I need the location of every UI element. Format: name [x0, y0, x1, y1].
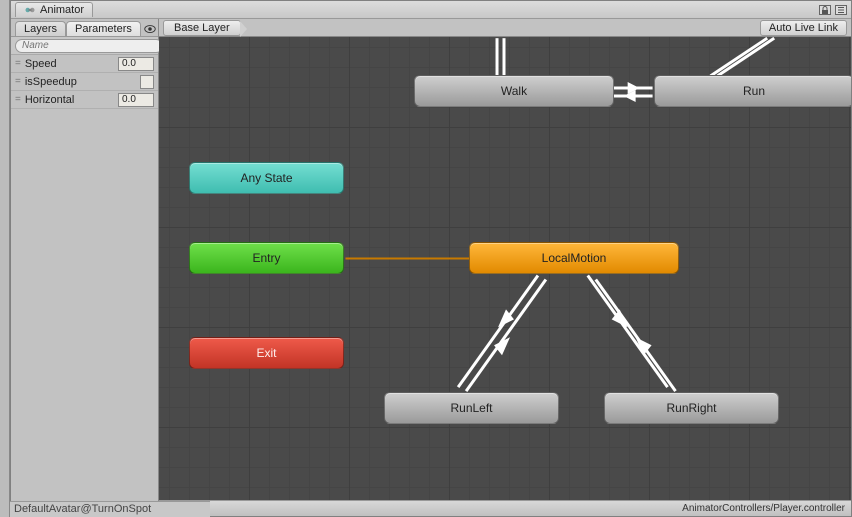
parameter-name: isSpeedup: [25, 76, 134, 88]
window-tab-animator[interactable]: Animator: [15, 2, 93, 17]
node-exit[interactable]: Exit: [189, 337, 344, 369]
parameter-row[interactable]: = Horizontal 0.0: [11, 91, 158, 109]
node-run[interactable]: Run: [654, 75, 851, 107]
node-runleft[interactable]: RunLeft: [384, 392, 559, 424]
node-walk[interactable]: Walk: [414, 75, 614, 107]
auto-live-link-button[interactable]: Auto Live Link: [760, 20, 847, 36]
tab-parameters[interactable]: Parameters: [66, 21, 141, 36]
node-label: RunRight: [666, 401, 716, 415]
parameter-row[interactable]: = Speed 0.0: [11, 55, 158, 73]
node-label: Entry: [252, 251, 280, 265]
graph-area: Base Layer Auto Live Link: [159, 19, 851, 516]
node-label: LocalMotion: [542, 251, 607, 265]
breadcrumb-bar: Base Layer Auto Live Link: [159, 19, 851, 37]
asset-path: AnimatorControllers/Player.controller: [682, 503, 845, 514]
parameter-search-input[interactable]: [15, 39, 163, 53]
menu-icon: [837, 6, 845, 14]
window-titlebar: Animator: [11, 1, 851, 19]
parameter-checkbox[interactable]: [140, 75, 154, 89]
parameter-list: = Speed 0.0 = isSpeedup = Horizontal 0.0: [11, 55, 158, 109]
project-item-strip[interactable]: DefaultAvatar@TurnOnSpot: [10, 501, 210, 517]
parameters-panel: Layers Parameters + = Speed 0.0 = isSpee…: [11, 19, 159, 516]
parameter-search-row: +: [11, 37, 158, 55]
node-entry[interactable]: Entry: [189, 242, 344, 274]
window-controls: [819, 5, 847, 15]
left-tabs: Layers Parameters: [11, 19, 158, 37]
parameter-value-field[interactable]: 0.0: [118, 57, 154, 71]
node-label: RunLeft: [450, 401, 492, 415]
node-any-state[interactable]: Any State: [189, 162, 344, 194]
node-label: Run: [743, 84, 765, 98]
parameter-name: Horizontal: [25, 94, 112, 106]
parameter-value-field[interactable]: 0.0: [118, 93, 154, 107]
window-lock-button[interactable]: [819, 5, 831, 15]
editor-left-gutter: [0, 0, 10, 517]
drag-handle-icon[interactable]: =: [15, 76, 19, 87]
animator-icon: [24, 4, 36, 16]
project-item-label: DefaultAvatar@TurnOnSpot: [14, 503, 151, 515]
node-label: Exit: [256, 346, 276, 360]
visibility-icon[interactable]: [143, 22, 157, 36]
animator-window: Animator Layers Parameters + =: [10, 0, 852, 517]
breadcrumb-root[interactable]: Base Layer: [163, 20, 241, 36]
drag-handle-icon[interactable]: =: [15, 58, 19, 69]
graph-canvas[interactable]: Any State Entry Exit Walk Run LocalMotio…: [159, 37, 851, 500]
node-localmotion[interactable]: LocalMotion: [469, 242, 679, 274]
drag-handle-icon[interactable]: =: [15, 94, 19, 105]
parameter-row[interactable]: = isSpeedup: [11, 73, 158, 91]
node-label: Any State: [240, 171, 292, 185]
window-title: Animator: [40, 4, 84, 16]
status-bar: AnimatorControllers/Player.controller: [159, 500, 851, 516]
lock-icon: [821, 6, 829, 14]
window-menu-button[interactable]: [835, 5, 847, 15]
node-label: Walk: [501, 84, 527, 98]
main-row: Layers Parameters + = Speed 0.0 = isSpee…: [11, 19, 851, 516]
tab-layers[interactable]: Layers: [15, 21, 66, 36]
node-runright[interactable]: RunRight: [604, 392, 779, 424]
parameter-name: Speed: [25, 58, 112, 70]
